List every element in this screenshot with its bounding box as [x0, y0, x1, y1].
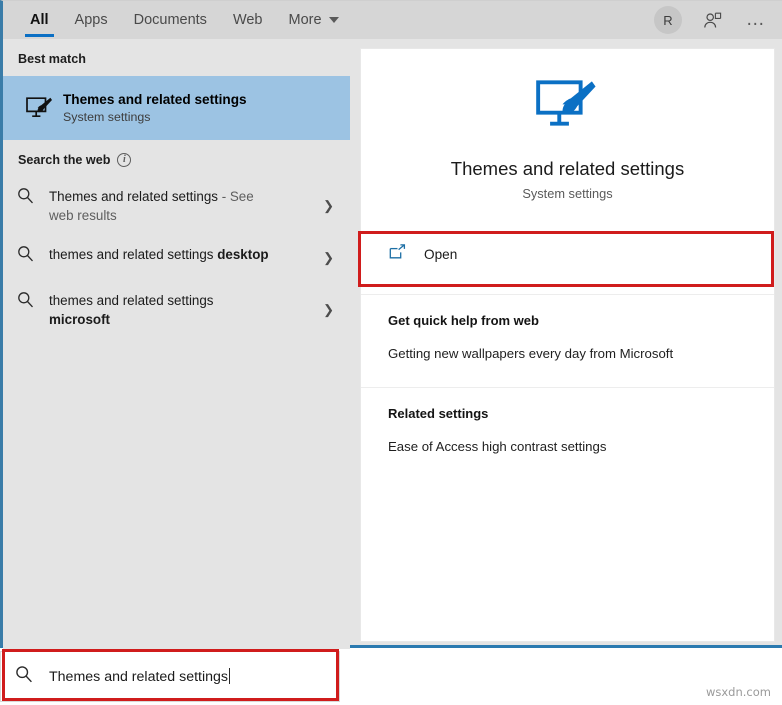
search-icon	[17, 186, 49, 209]
tabbar-actions: R …	[654, 1, 770, 39]
search-input-value-wrap: Themes and related settings	[49, 668, 231, 685]
tab-apps[interactable]: Apps	[62, 1, 121, 39]
related-settings-link[interactable]: Ease of Access high contrast settings	[388, 439, 774, 454]
avatar-initial: R	[663, 12, 673, 28]
web-2-bold: desktop	[217, 246, 269, 262]
themes-monitor-brush-icon	[533, 75, 603, 142]
quick-help-header: Get quick help from web	[388, 313, 539, 328]
result-detail-panel: Themes and related settings System setti…	[360, 48, 775, 642]
quick-help-section: Get quick help from web Getting new wall…	[361, 295, 774, 375]
detail-title: Themes and related settings	[450, 158, 685, 179]
web-1-line2: web results	[49, 208, 117, 224]
watermark: wsxdn.com	[705, 685, 771, 699]
tab-web-label: Web	[232, 12, 263, 28]
themes-monitor-brush-icon	[17, 95, 63, 122]
related-settings-section: Related settings Ease of Access high con…	[361, 388, 774, 468]
result-item-web-3-label: themes and related settings microsoft	[49, 290, 214, 330]
quick-help-link[interactable]: Getting new wallpapers every day from Mi…	[388, 346, 774, 361]
web-2-main: themes and related settings	[49, 246, 218, 262]
web-1-suffix: - See	[217, 189, 254, 204]
result-item-web-1-label: Themes and related settings - See web re…	[49, 186, 254, 226]
tab-more[interactable]: More	[276, 1, 352, 39]
windows-search-flyout: All Apps Documents Web More R … Best mat…	[0, 0, 782, 649]
search-web-header: Search the web i	[3, 140, 350, 177]
chevron-right-icon[interactable]: ❯	[323, 250, 334, 266]
best-match-header-label: Best match	[18, 52, 86, 66]
result-item-best-match[interactable]: Themes and related settings System setti…	[3, 76, 350, 140]
best-match-text: Themes and related settings System setti…	[63, 92, 247, 124]
search-filter-tabbar: All Apps Documents Web More R …	[3, 1, 782, 39]
tab-documents-label: Documents	[133, 12, 207, 28]
open-button-label: Open	[424, 246, 458, 262]
result-item-web-2-label: themes and related settings desktop	[49, 244, 269, 264]
search-icon	[17, 244, 49, 267]
tab-list: All Apps Documents Web More	[17, 1, 352, 39]
tab-apps-label: Apps	[74, 12, 108, 28]
chevron-right-icon[interactable]: ❯	[323, 302, 334, 318]
external-link-icon	[389, 243, 406, 265]
ellipsis-icon[interactable]: …	[742, 6, 770, 34]
detail-subtitle: System settings	[522, 186, 613, 201]
detail-hero: Themes and related settings System setti…	[361, 49, 774, 201]
search-icon	[15, 665, 33, 688]
web-3-main: themes and related settings	[49, 292, 214, 308]
best-match-header: Best match	[3, 39, 350, 76]
best-match-subtitle: System settings	[63, 110, 151, 124]
chevron-down-icon	[328, 17, 339, 23]
chevron-right-icon[interactable]: ❯	[323, 198, 334, 214]
tab-all-label: All	[30, 12, 49, 28]
web-1-main: Themes and related settings	[49, 189, 218, 204]
tab-web[interactable]: Web	[220, 1, 276, 39]
tab-documents[interactable]: Documents	[121, 1, 220, 39]
search-flyout-screenshot: All Apps Documents Web More R … Best mat…	[0, 0, 782, 705]
tab-more-label: More	[288, 12, 322, 28]
result-item-web-3[interactable]: themes and related settings microsoft ❯	[3, 281, 350, 339]
avatar[interactable]: R	[654, 6, 682, 34]
person-add-icon[interactable]	[698, 6, 726, 34]
text-cursor	[229, 668, 231, 684]
search-input-value: Themes and related settings	[49, 669, 229, 685]
search-input[interactable]: Themes and related settings	[0, 651, 340, 702]
search-results-list: Best match Themes and related settings S…	[3, 39, 350, 649]
info-icon[interactable]: i	[117, 153, 132, 167]
related-settings-header: Related settings	[388, 406, 489, 421]
tab-all[interactable]: All	[17, 1, 62, 39]
result-item-web-2[interactable]: themes and related settings desktop ❯	[3, 235, 350, 281]
best-match-title: Themes and related settings	[63, 92, 247, 107]
result-item-web-1[interactable]: Themes and related settings - See web re…	[3, 177, 350, 235]
web-3-bold: microsoft	[49, 312, 111, 328]
search-web-header-label: Search the web	[18, 153, 111, 167]
search-icon	[17, 290, 49, 313]
open-button[interactable]: Open	[365, 226, 770, 282]
